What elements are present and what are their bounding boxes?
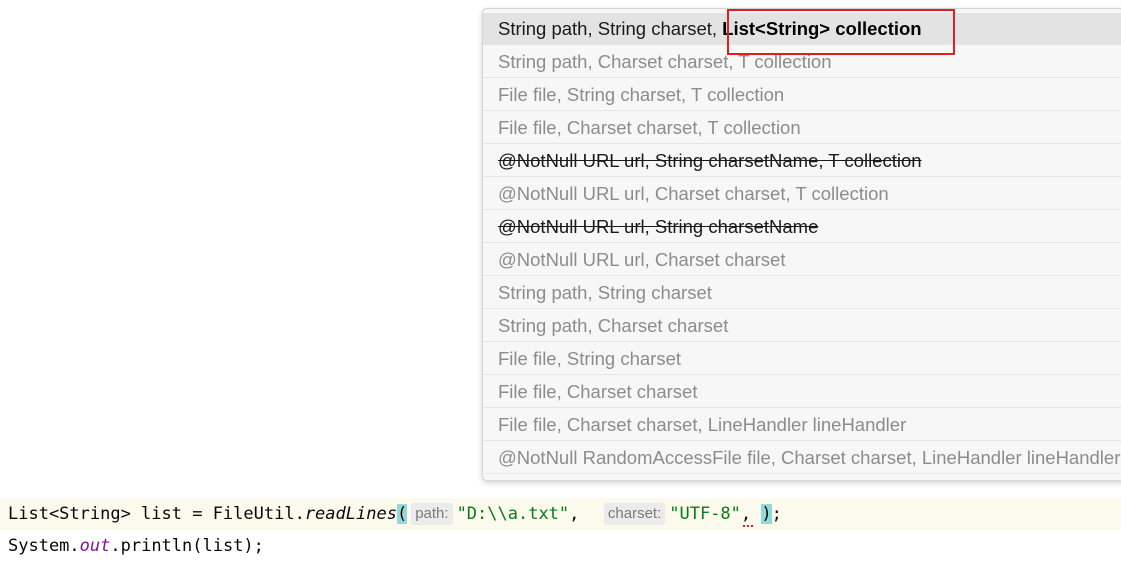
signature-text: File file, Charset charset, LineHandler …: [498, 414, 907, 435]
signature-row[interactable]: @NotNull URL url, Charset charset, T col…: [483, 178, 1121, 210]
arg-path-string[interactable]: "D:\\a.txt": [457, 504, 570, 524]
signature-row[interactable]: @NotNull URL url, String charsetName: [483, 211, 1121, 243]
signature-text: @NotNull URL url, String charsetName: [498, 216, 819, 237]
declaration-text: List<String> list = FileUtil.: [8, 504, 305, 524]
signature-list: String path, String charset, List<String…: [483, 9, 1121, 474]
caret-space: [751, 504, 761, 524]
signature-row[interactable]: String path, Charset charset, T collecti…: [483, 46, 1121, 78]
signature-text: @NotNull URL url, String charsetName, T …: [498, 150, 922, 171]
signature-text: File file, String charset: [498, 348, 682, 369]
signature-text: @NotNull RandomAccessFile file, Charset …: [498, 447, 1121, 468]
arg-comma-1: ,: [569, 504, 580, 524]
signature-row[interactable]: String path, String charset: [483, 277, 1121, 309]
signature-row[interactable]: @NotNull URL url, Charset charset: [483, 244, 1121, 276]
open-paren: (: [396, 504, 408, 524]
signature-text: File file, Charset charset, T collection: [498, 117, 801, 138]
signature-text: File file, String charset, T collection: [498, 84, 785, 105]
code-editor[interactable]: String path, String charset, List<String…: [0, 0, 1121, 575]
method-name[interactable]: readLines: [305, 504, 397, 524]
signature-row[interactable]: File file, Charset charset, LineHandler …: [483, 409, 1121, 441]
param-hint-path: path:: [411, 503, 453, 525]
signature-row[interactable]: File file, Charset charset, T collection: [483, 112, 1121, 144]
param-hint-charset: charset:: [603, 503, 666, 525]
signature-text: String path, String charset,: [498, 18, 723, 39]
close-paren: ): [761, 504, 772, 524]
semicolon: ;: [771, 504, 782, 524]
signature-row[interactable]: @NotNull URL url, String charsetName, T …: [483, 145, 1121, 177]
arg-charset-string[interactable]: "UTF-8": [669, 504, 741, 524]
current-parameter: List<String> collection: [722, 18, 922, 39]
signature-text: String path, Charset charset: [498, 315, 729, 336]
signature-row[interactable]: File file, String charset, T collection: [483, 79, 1121, 111]
signature-text: File file, Charset charset: [498, 381, 698, 402]
signature-row[interactable]: String path, Charset charset: [483, 310, 1121, 342]
signature-text: @NotNull URL url, Charset charset, T col…: [498, 183, 889, 204]
error-comma: ,: [741, 498, 754, 530]
signature-text: @NotNull URL url, Charset charset: [498, 249, 786, 270]
signature-text: String path, Charset charset, T collecti…: [498, 51, 832, 72]
code-line-2[interactable]: System.out.println(list);: [0, 530, 1121, 562]
signature-row[interactable]: String path, String charset, List<String…: [483, 13, 1121, 45]
system-class: System.: [8, 536, 80, 556]
signature-row[interactable]: File file, String charset: [483, 343, 1121, 375]
println-call: .println(list);: [110, 536, 264, 556]
code-line-1[interactable]: List<String> list = FileUtil.readLines(p…: [0, 498, 1121, 530]
parameter-info-popup: String path, String charset, List<String…: [482, 8, 1121, 481]
signature-text: String path, String charset: [498, 282, 712, 303]
out-field: out: [79, 536, 111, 556]
signature-row[interactable]: @NotNull RandomAccessFile file, Charset …: [483, 442, 1121, 474]
signature-row[interactable]: File file, Charset charset: [483, 376, 1121, 408]
